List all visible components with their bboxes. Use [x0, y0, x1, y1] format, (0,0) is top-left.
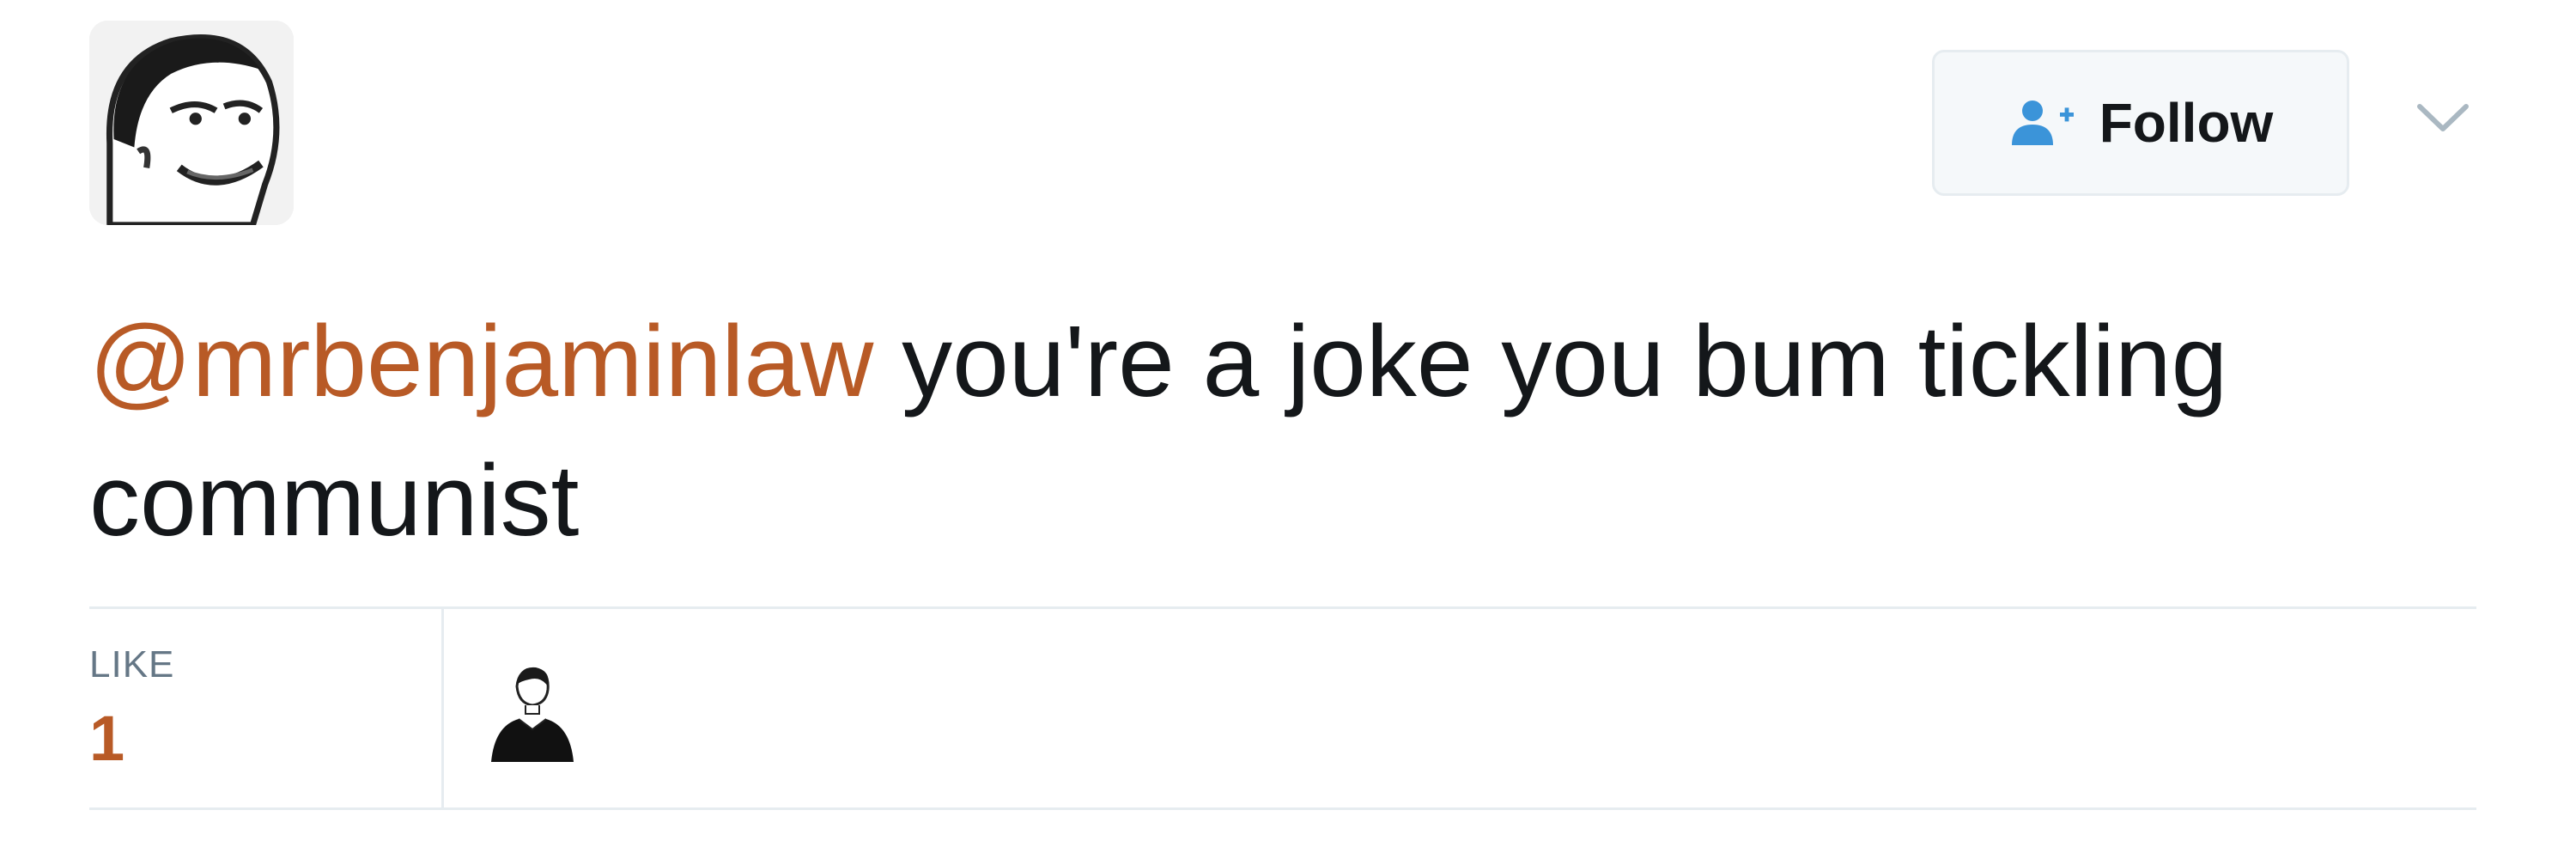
- follow-person-plus-icon: [2008, 97, 2077, 149]
- divider-bottom: [89, 807, 2476, 810]
- tweet-card: Follow @mrbenjaminlaw you're a joke you …: [0, 0, 2576, 859]
- chevron-down-icon[interactable]: [2413, 96, 2473, 139]
- follow-button-label: Follow: [2099, 92, 2274, 154]
- author-avatar-image: [89, 21, 294, 225]
- liker-avatar[interactable]: [484, 661, 579, 764]
- tweet-text: @mrbenjaminlaw you're a joke you bum tic…: [89, 292, 2494, 570]
- like-label: LIKE: [89, 643, 175, 685]
- follow-button[interactable]: Follow: [1932, 50, 2349, 196]
- like-count: 1: [89, 703, 125, 774]
- mention-link[interactable]: @mrbenjaminlaw: [89, 305, 873, 418]
- author-avatar[interactable]: [89, 21, 294, 225]
- like-stat[interactable]: LIKE 1: [89, 609, 441, 807]
- tweet-stats: LIKE 1: [89, 609, 2476, 807]
- stat-separator: [441, 609, 444, 807]
